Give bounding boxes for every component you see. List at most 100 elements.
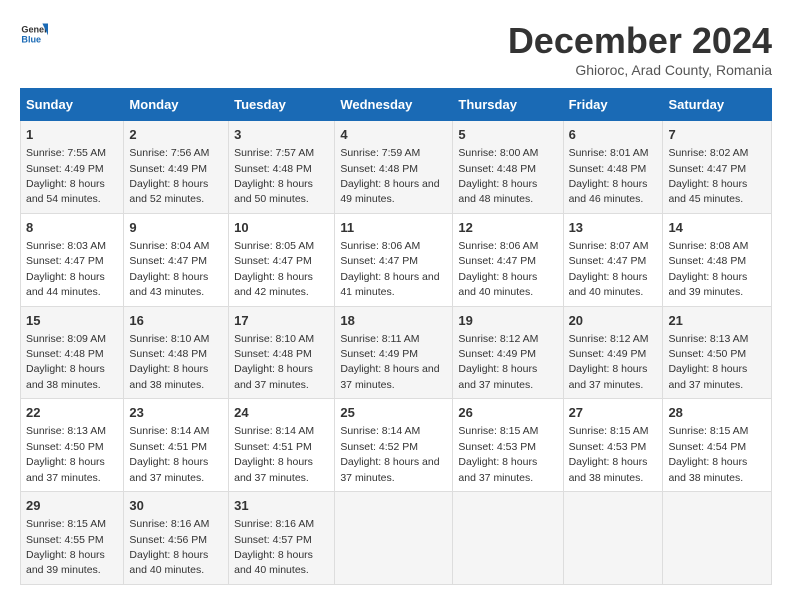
calendar-cell: 9Sunrise: 8:04 AMSunset: 4:47 PMDaylight… (124, 213, 229, 306)
daylight-label: Daylight: 8 hours and 40 minutes. (458, 271, 537, 298)
sunset-text: Sunset: 4:48 PM (668, 255, 746, 267)
daylight-label: Daylight: 8 hours and 54 minutes. (26, 178, 105, 205)
day-number: 7 (668, 126, 766, 144)
day-number: 2 (129, 126, 223, 144)
daylight-label: Daylight: 8 hours and 38 minutes. (668, 456, 747, 483)
day-header-tuesday: Tuesday (229, 89, 335, 121)
calendar-cell: 22Sunrise: 8:13 AMSunset: 4:50 PMDayligh… (21, 399, 124, 492)
calendar-cell: 7 Sunrise: 8:02 AM Sunset: 4:47 PM Daylight… (663, 121, 772, 214)
daylight-label: Daylight: 8 hours and 52 minutes. (129, 178, 208, 205)
title-section: December 2024 Ghioroc, Arad County, Roma… (508, 20, 772, 78)
logo: General Blue (20, 20, 48, 48)
day-number: 11 (340, 219, 447, 237)
day-number: 28 (668, 404, 766, 422)
sunrise-text: Sunrise: 8:02 AM (668, 147, 748, 159)
sunrise-text: Sunrise: 8:10 AM (129, 333, 209, 345)
sunrise-text: Sunrise: 8:03 AM (26, 240, 106, 252)
calendar-cell (335, 492, 453, 585)
sunset-text: Sunset: 4:56 PM (129, 534, 207, 546)
daylight-label: Daylight: 8 hours and 38 minutes. (26, 363, 105, 390)
calendar-cell: 13Sunrise: 8:07 AMSunset: 4:47 PMDayligh… (563, 213, 663, 306)
calendar-cell: 5Sunrise: 8:00 AMSunset: 4:48 PMDaylight… (453, 121, 563, 214)
sunset-text: Sunset: 4:51 PM (129, 441, 207, 453)
calendar-cell: 6Sunrise: 8:01 AMSunset: 4:48 PMDaylight… (563, 121, 663, 214)
sunset-text: Sunset: 4:51 PM (234, 441, 312, 453)
daylight-label: Daylight: 8 hours and 37 minutes. (234, 456, 313, 483)
calendar-cell: 10Sunrise: 8:05 AMSunset: 4:47 PMDayligh… (229, 213, 335, 306)
sunrise-text: Sunrise: 8:10 AM (234, 333, 314, 345)
sunset-text: Sunset: 4:47 PM (340, 255, 418, 267)
calendar-cell: 3Sunrise: 7:57 AMSunset: 4:48 PMDaylight… (229, 121, 335, 214)
week-row-1: 1Sunrise: 7:55 AMSunset: 4:49 PMDaylight… (21, 121, 772, 214)
sunrise-text: Sunrise: 8:08 AM (668, 240, 748, 252)
sunrise-text: Sunrise: 8:06 AM (458, 240, 538, 252)
daylight-label: Daylight: 8 hours and 37 minutes. (458, 456, 537, 483)
day-number: 20 (569, 312, 658, 330)
daylight-label: Daylight: 8 hours and 41 minutes. (340, 271, 439, 298)
daylight-label: Daylight: 8 hours and 45 minutes. (668, 178, 747, 205)
week-row-4: 22 Sunrise: 8:13 AM Sunset: 4:50 PM Dayligh… (21, 399, 772, 492)
daylight-label: Daylight: 8 hours and 40 minutes. (234, 549, 313, 576)
sunset-text: Sunset: 4:48 PM (234, 163, 312, 175)
sunrise-text: Sunrise: 8:11 AM (340, 333, 419, 345)
daylight-label: Daylight: 8 hours and 50 minutes. (234, 178, 313, 205)
calendar-cell: 28Sunrise: 8:15 AMSunset: 4:54 PMDayligh… (663, 399, 772, 492)
day-number: 22 (26, 404, 118, 422)
daylight-label: Daylight: 8 hours and 44 minutes. (26, 271, 105, 298)
day-number: 1 (26, 126, 118, 144)
page-subtitle: Ghioroc, Arad County, Romania (508, 62, 772, 78)
sunrise-text: Sunrise: 8:09 AM (26, 333, 106, 345)
sunrise-text: Sunrise: 8:00 AM (458, 147, 538, 159)
calendar-cell: 8Sunrise: 8:03 AMSunset: 4:47 PMDaylight… (21, 213, 124, 306)
calendar-cell: 30Sunrise: 8:16 AMSunset: 4:56 PMDayligh… (124, 492, 229, 585)
sunrise-text: Sunrise: 8:13 AM (668, 333, 748, 345)
day-header-friday: Friday (563, 89, 663, 121)
logo-icon: General Blue (20, 20, 48, 48)
page-header: General Blue December 2024 Ghioroc, Arad… (20, 20, 772, 78)
daylight-label: Daylight: 8 hours and 39 minutes. (668, 271, 747, 298)
header-row: SundayMondayTuesdayWednesdayThursdayFrid… (21, 89, 772, 121)
day-number: 19 (458, 312, 557, 330)
calendar-cell: 11 Sunrise: 8:06 AM Sunset: 4:47 PM Dayligh… (335, 213, 453, 306)
calendar-cell (563, 492, 663, 585)
day-number: 17 (234, 312, 329, 330)
calendar-cell: 27Sunrise: 8:15 AMSunset: 4:53 PMDayligh… (563, 399, 663, 492)
svg-text:Blue: Blue (21, 34, 41, 44)
sunrise-text: Sunrise: 8:15 AM (569, 425, 649, 437)
daylight-label: Daylight: 8 hours and 37 minutes. (340, 456, 439, 483)
sunrise-text: Sunrise: 8:15 AM (668, 425, 748, 437)
day-number: 29 (26, 497, 118, 515)
sunset-text: Sunset: 4:47 PM (129, 255, 207, 267)
calendar-cell: 19Sunrise: 8:12 AMSunset: 4:49 PMDayligh… (453, 306, 563, 399)
day-number: 25 (340, 404, 447, 422)
sunset-text: Sunset: 4:49 PM (569, 348, 647, 360)
daylight-label: Daylight: 8 hours and 37 minutes. (340, 363, 439, 390)
daylight-label: Daylight: 8 hours and 46 minutes. (569, 178, 648, 205)
week-row-5: 29Sunrise: 8:15 AMSunset: 4:55 PMDayligh… (21, 492, 772, 585)
sunrise-text: Sunrise: 8:06 AM (340, 240, 420, 252)
calendar-cell: 16Sunrise: 8:10 AMSunset: 4:48 PMDayligh… (124, 306, 229, 399)
day-number: 18 (340, 312, 447, 330)
daylight-label: Daylight: 8 hours and 37 minutes. (234, 363, 313, 390)
sunset-text: Sunset: 4:47 PM (234, 255, 312, 267)
sunrise-text: Sunrise: 8:14 AM (129, 425, 209, 437)
sunset-text: Sunset: 4:47 PM (668, 163, 746, 175)
sunset-text: Sunset: 4:50 PM (26, 441, 104, 453)
sunrise-text: Sunrise: 8:07 AM (569, 240, 649, 252)
daylight-label: Daylight: 8 hours and 40 minutes. (129, 549, 208, 576)
sunrise-text: Sunrise: 8:01 AM (569, 147, 649, 159)
day-number: 16 (129, 312, 223, 330)
day-number: 10 (234, 219, 329, 237)
sunrise-text: Sunrise: 8:14 AM (234, 425, 314, 437)
daylight-label: Daylight: 8 hours and 38 minutes. (129, 363, 208, 390)
sunrise-text: Sunrise: 8:04 AM (129, 240, 209, 252)
calendar-cell: 18Sunrise: 8:11 AMSunset: 4:49 PMDayligh… (335, 306, 453, 399)
sunset-text: Sunset: 4:49 PM (26, 163, 104, 175)
sunset-text: Sunset: 4:50 PM (668, 348, 746, 360)
sunrise-text: Sunrise: 8:13 AM (26, 425, 106, 437)
day-number: 6 (569, 126, 658, 144)
sunset-text: Sunset: 4:47 PM (569, 255, 647, 267)
day-number: 14 (668, 219, 766, 237)
daylight-label: Daylight: 8 hours and 40 minutes. (569, 271, 648, 298)
day-header-monday: Monday (124, 89, 229, 121)
